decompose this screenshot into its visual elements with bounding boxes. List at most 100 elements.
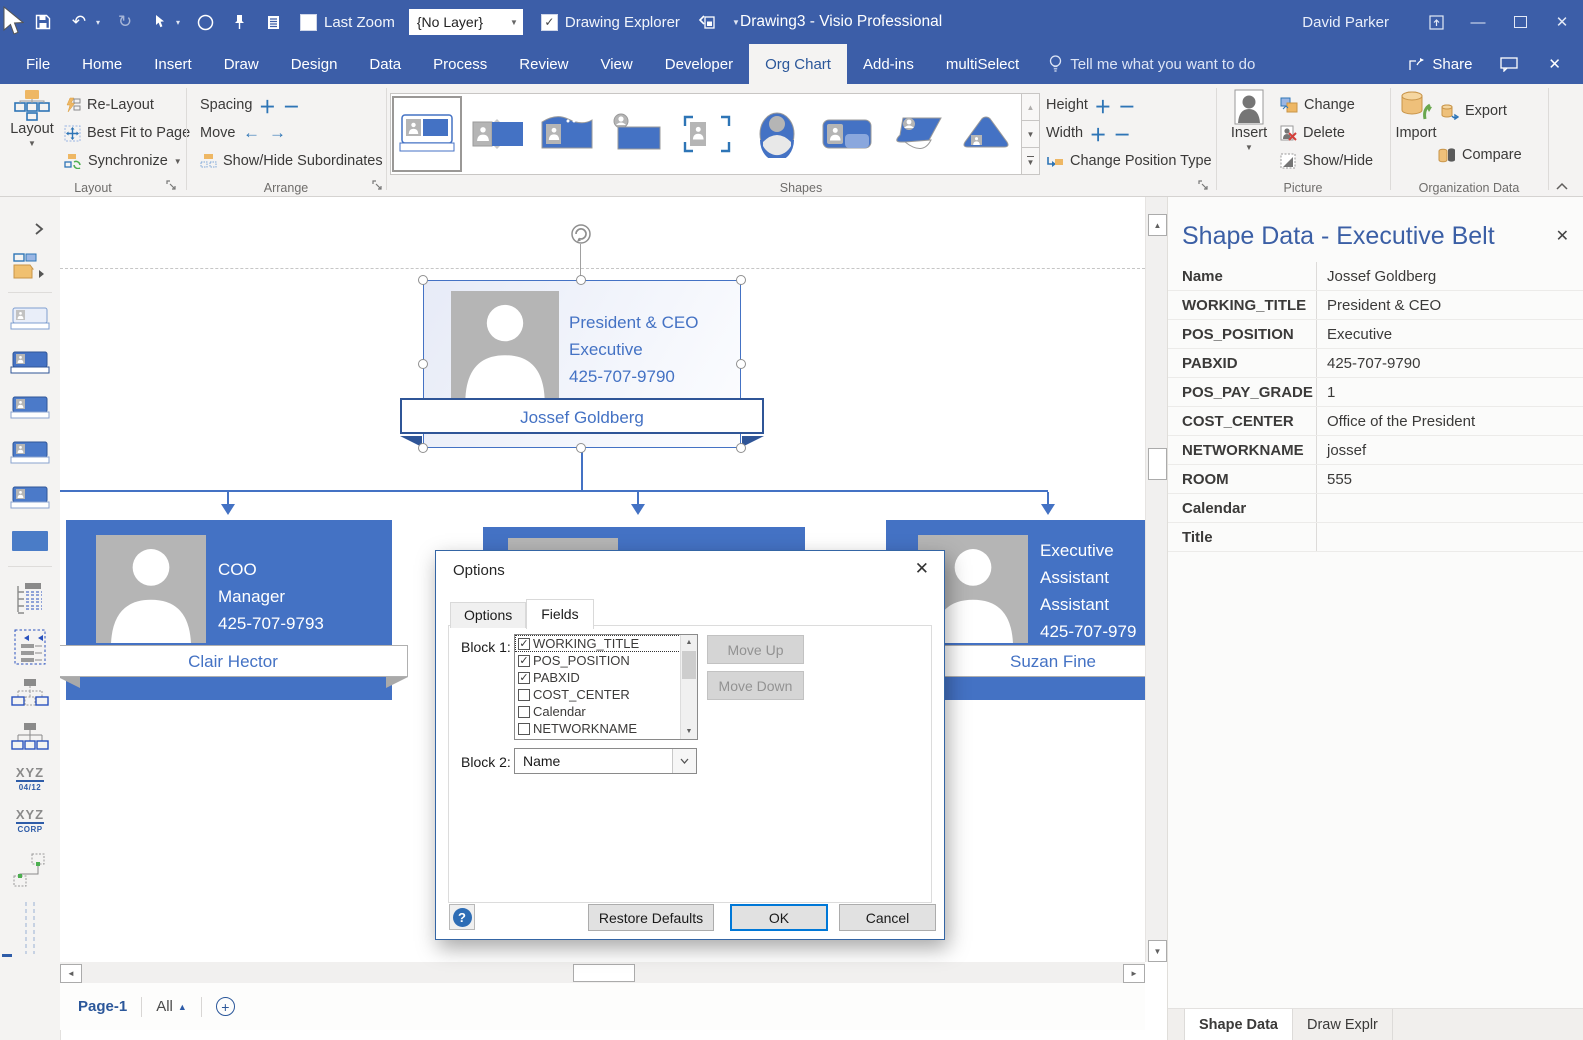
selection-handle[interactable] [576, 443, 586, 453]
shape-data-row[interactable]: POS_POSITION Executive [1168, 320, 1583, 349]
delete-picture-button[interactable]: Delete [1280, 120, 1345, 146]
show-hide-picture-button[interactable]: Show/Hide [1280, 148, 1373, 174]
maximize-button[interactable] [1499, 0, 1541, 44]
restore-defaults-button[interactable]: Restore Defaults [588, 904, 714, 931]
ellipse-tool-icon[interactable] [192, 6, 218, 38]
listbox-scroll-up-icon[interactable]: ▲ [681, 635, 697, 650]
xyz-corp-icon[interactable]: XYZ CORP [0, 808, 60, 834]
ribbon-tab[interactable]: multiSelect [930, 44, 1035, 84]
gallery-more-button[interactable]: ▼ [1021, 148, 1040, 175]
relayout-button[interactable]: Re-Layout [64, 92, 154, 118]
share-button[interactable]: Share [1408, 56, 1472, 73]
field-checkbox[interactable]: ✓ [518, 722, 530, 735]
ribbon-tab[interactable]: Draw [208, 44, 275, 84]
rotation-handle[interactable] [569, 222, 593, 246]
selection-handle[interactable] [736, 359, 746, 369]
shape-data-field-value[interactable] [1316, 523, 1583, 551]
shape-data-row[interactable]: NETWORKNAME jossef [1168, 436, 1583, 465]
field-checkbox[interactable]: ✓ [518, 637, 530, 650]
shape-style-photo-left-band[interactable] [464, 97, 532, 171]
spacing-decrease-button[interactable]: － [282, 93, 300, 118]
shape-data-field-value[interactable]: 555 [1316, 465, 1583, 493]
close-window-button[interactable]: ✕ [1541, 0, 1583, 44]
shape-style-bracket-frame[interactable] [673, 97, 741, 171]
field-checkbox[interactable]: ✓ [518, 671, 530, 684]
height-increase-button[interactable]: ＋ [1094, 93, 1112, 118]
shape-data-row[interactable]: POS_PAY_GRADE 1 [1168, 378, 1583, 407]
height-decrease-button[interactable]: － [1118, 93, 1136, 118]
pin-icon[interactable] [226, 6, 252, 38]
fields-listbox[interactable]: ✓ WORKING_TITLE ✓ POS_POSITION ✓ PABXID … [514, 634, 698, 740]
synchronize-button[interactable]: Synchronize ▼ [64, 148, 182, 174]
ribbon-tab[interactable]: Developer [649, 44, 749, 84]
insert-picture-button[interactable]: Insert ▼ [1226, 89, 1272, 152]
shape-data-field-value[interactable]: Jossef Goldberg [1316, 262, 1583, 290]
shape-data-row[interactable]: PABXID 425-707-9790 [1168, 349, 1583, 378]
show-hide-subordinates-button[interactable]: Show/Hide Subordinates [200, 148, 383, 174]
layer-dropdown[interactable]: {No Layer} ▼ [408, 9, 523, 35]
selection-handle[interactable] [576, 275, 586, 285]
gallery-scroll-down-button[interactable]: ▼ [1021, 121, 1040, 148]
panel-tab[interactable]: Draw Explr [1293, 1009, 1393, 1040]
field-checkbox[interactable]: ✓ [518, 654, 530, 667]
scroll-left-button[interactable]: ◄ [60, 964, 82, 983]
shape-data-field-value[interactable]: President & CEO [1316, 291, 1583, 319]
master-belt-light-icon[interactable] [0, 306, 60, 332]
gallery-scroll-up-button[interactable]: ▲ [1021, 93, 1040, 121]
panel-tab[interactable]: Shape Data [1184, 1009, 1293, 1040]
shape-data-row[interactable]: WORKING_TITLE President & CEO [1168, 291, 1583, 320]
ribbon-tab[interactable]: Add-ins [847, 44, 930, 84]
selection-handle[interactable] [736, 443, 746, 453]
ok-button[interactable]: OK [730, 904, 828, 931]
spacing-increase-button[interactable]: ＋ [258, 93, 276, 118]
page-tab[interactable]: Page-1 [78, 998, 127, 1015]
shape-data-field-value[interactable]: Executive [1316, 320, 1583, 348]
ribbon-tab[interactable]: Data [353, 44, 417, 84]
shape-data-row[interactable]: Title [1168, 523, 1583, 552]
best-fit-button[interactable]: Best Fit to Page [64, 120, 190, 146]
shape-style-badge-person[interactable] [603, 97, 671, 171]
minimize-button[interactable]: — [1457, 0, 1499, 44]
close-ribbon-icon[interactable]: ✕ [1548, 55, 1561, 73]
connector-horizontal[interactable] [60, 490, 1048, 492]
shape-style-rounded-card[interactable] [813, 97, 881, 171]
import-button[interactable]: Import [1390, 89, 1442, 141]
all-pages-button[interactable]: All ▲ [156, 998, 187, 1015]
xyz-ticker-icon[interactable]: XYZ 04/12 [0, 766, 60, 792]
listbox-scrollbar[interactable]: ▲ ▼ [680, 635, 697, 739]
move-left-button[interactable]: ← [241, 123, 261, 143]
stencil-icon[interactable] [0, 252, 60, 280]
field-checkbox[interactable]: ✓ [518, 705, 530, 718]
scroll-right-button[interactable]: ► [1123, 964, 1145, 983]
field-list-item[interactable]: ✓ COST_CENTER [515, 686, 697, 703]
tree-list-icon[interactable] [0, 582, 60, 616]
field-list-item[interactable]: ✓ Calendar [515, 703, 697, 720]
field-list-item[interactable]: ✓ POS_POSITION [515, 652, 697, 669]
shape-data-row[interactable]: Name Jossef Goldberg [1168, 262, 1583, 291]
comments-icon[interactable] [1500, 56, 1519, 72]
ribbon-tab[interactable]: Home [66, 44, 138, 84]
dialog-tab-options[interactable]: Options [450, 602, 527, 628]
shape-style-slant-ribbon[interactable] [882, 97, 950, 171]
change-picture-button[interactable]: Change [1280, 92, 1355, 118]
dialog-tab-fields[interactable]: Fields [526, 599, 594, 629]
add-page-button[interactable]: + [215, 997, 235, 1016]
ribbon-tab[interactable]: Design [275, 44, 354, 84]
width-increase-button[interactable]: ＋ [1089, 121, 1107, 146]
org-tree-dotted-icon[interactable] [0, 678, 60, 708]
dialog-close-button[interactable]: ✕ [915, 559, 929, 579]
field-list-item[interactable]: ✓ PABXID [515, 669, 697, 686]
block2-dropdown[interactable]: Name [514, 748, 697, 774]
master-belt-2-icon[interactable] [0, 395, 60, 421]
scroll-up-button[interactable]: ▲ [1148, 214, 1167, 236]
ribbon-tab[interactable]: Process [417, 44, 503, 84]
master-rectangle-icon[interactable] [0, 530, 60, 552]
move-right-button[interactable]: → [267, 123, 287, 143]
shape-style-executive-belt[interactable] [392, 96, 462, 172]
width-decrease-button[interactable]: － [1113, 121, 1131, 146]
master-belt-dark-icon[interactable] [0, 350, 60, 376]
listbox-scroll-thumb[interactable] [682, 651, 696, 679]
ceo-name-belt[interactable]: Jossef Goldberg [400, 398, 764, 434]
vertical-scrollbar[interactable]: ▲ ▼ [1145, 196, 1168, 962]
export-button[interactable]: Export [1440, 98, 1507, 124]
